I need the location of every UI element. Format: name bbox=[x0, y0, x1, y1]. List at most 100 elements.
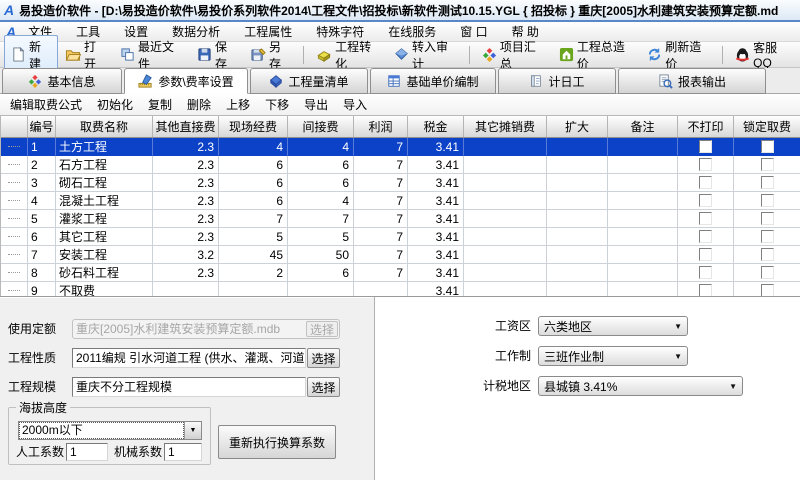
tax-region-dropdown[interactable]: 县城镇 3.41% ▼ bbox=[538, 376, 743, 396]
basic-info-diamonds-icon bbox=[28, 74, 42, 88]
work-shift-dropdown[interactable]: 三班作业制 ▼ bbox=[538, 346, 688, 366]
move-down-button[interactable]: 下移 bbox=[265, 96, 289, 113]
export-button[interactable]: 导出 bbox=[304, 96, 328, 113]
tab-bill-of-quantities[interactable]: 工程量清单 bbox=[250, 68, 368, 94]
machine-coeff-input[interactable]: 1 bbox=[164, 443, 202, 461]
table-row[interactable]: 5 灌浆工程 2.3 7 7 7 3.41 bbox=[1, 210, 800, 228]
tree-dots bbox=[8, 236, 20, 237]
row-selector-cell[interactable] bbox=[1, 246, 28, 264]
initialize-button[interactable]: 初始化 bbox=[97, 96, 133, 113]
scale-select-button[interactable]: 选择 bbox=[307, 377, 340, 397]
row-selector-cell[interactable] bbox=[1, 282, 28, 296]
table-row[interactable]: 2 石方工程 2.3 6 6 7 3.41 bbox=[1, 156, 800, 174]
lock-fee-checkbox[interactable] bbox=[761, 266, 774, 279]
cell-indirect: 5 bbox=[288, 228, 354, 246]
nature-select-button[interactable]: 选择 bbox=[307, 348, 340, 368]
table-row[interactable]: 6 其它工程 2.3 5 5 7 3.41 bbox=[1, 228, 800, 246]
labor-coeff-input[interactable]: 1 bbox=[66, 443, 108, 461]
recalc-conversion-button[interactable]: 重新执行换算系数 bbox=[218, 425, 336, 459]
tab-report-output[interactable]: 报表输出 bbox=[618, 68, 766, 94]
import-button[interactable]: 导入 bbox=[343, 96, 367, 113]
cell-remark bbox=[608, 174, 678, 192]
table-row[interactable]: 1 土方工程 2.3 4 4 7 3.41 bbox=[1, 138, 800, 156]
no-print-checkbox[interactable] bbox=[699, 140, 712, 153]
col-header-profit[interactable]: 利润 bbox=[354, 116, 408, 137]
tree-dots bbox=[8, 200, 20, 201]
no-print-checkbox[interactable] bbox=[699, 248, 712, 261]
scale-input[interactable]: 重庆不分工程规模 bbox=[72, 377, 306, 397]
no-print-checkbox[interactable] bbox=[699, 266, 712, 279]
no-print-checkbox[interactable] bbox=[699, 158, 712, 171]
nature-input[interactable]: 2011编规 引水河道工程 (供水、灌溉、河道 bbox=[72, 348, 306, 368]
cell-no: 4 bbox=[28, 192, 56, 210]
col-header-expand[interactable]: 扩大 bbox=[547, 116, 608, 137]
tab-basic-info[interactable]: 基本信息 bbox=[2, 68, 122, 94]
table-row[interactable]: 4 混凝土工程 2.3 6 4 7 3.41 bbox=[1, 192, 800, 210]
altitude-dropdown[interactable]: 2000m以下 ▼ bbox=[18, 421, 202, 440]
cell-amortize bbox=[464, 282, 547, 296]
lock-fee-checkbox[interactable] bbox=[761, 176, 774, 189]
toolbar-separator bbox=[469, 46, 470, 64]
row-selector-cell[interactable] bbox=[1, 192, 28, 210]
col-header-remark[interactable]: 备注 bbox=[608, 116, 678, 137]
lock-fee-checkbox[interactable] bbox=[761, 140, 774, 153]
lock-fee-checkbox[interactable] bbox=[761, 212, 774, 225]
delete-button[interactable]: 删除 bbox=[187, 96, 211, 113]
no-print-checkbox[interactable] bbox=[699, 230, 712, 243]
row-selector-cell[interactable] bbox=[1, 228, 28, 246]
table-row[interactable]: 3 砌石工程 2.3 6 6 7 3.41 bbox=[1, 174, 800, 192]
col-header-amortize[interactable]: 其它摊销费 bbox=[464, 116, 547, 137]
cell-expand bbox=[547, 156, 608, 174]
no-print-checkbox[interactable] bbox=[699, 194, 712, 207]
table-row[interactable]: 9 不取费 3.41 bbox=[1, 282, 800, 296]
col-header-no-print[interactable]: 不打印 bbox=[678, 116, 734, 137]
cell-indirect: 6 bbox=[288, 156, 354, 174]
cell-no-print bbox=[678, 264, 734, 282]
tab-base-unit-price[interactable]: 基础单价编制 bbox=[370, 68, 496, 94]
cell-other-direct: 3.2 bbox=[153, 246, 219, 264]
cell-expand bbox=[547, 210, 608, 228]
lock-fee-checkbox[interactable] bbox=[761, 284, 774, 296]
lock-fee-checkbox[interactable] bbox=[761, 248, 774, 261]
tax-region-value: 县城镇 3.41% bbox=[544, 378, 617, 395]
row-selector-cell[interactable] bbox=[1, 210, 28, 228]
col-header-lock-fee[interactable]: 锁定取费 bbox=[734, 116, 800, 137]
row-selector-cell[interactable] bbox=[1, 264, 28, 282]
table-row[interactable]: 7 安装工程 3.2 45 50 7 3.41 bbox=[1, 246, 800, 264]
no-print-checkbox[interactable] bbox=[699, 212, 712, 225]
row-selector-cell[interactable] bbox=[1, 138, 28, 156]
copy-button[interactable]: 复制 bbox=[148, 96, 172, 113]
ruler-pencil-icon bbox=[138, 74, 153, 89]
cell-lock-fee bbox=[734, 192, 800, 210]
col-header-tax[interactable]: 税金 bbox=[408, 116, 464, 137]
settings-panel-left: 使用定额 重庆[2005]水利建筑安装预算定额.mdb 选择 工程性质 2011… bbox=[0, 297, 374, 480]
row-selector-header bbox=[1, 116, 28, 137]
row-selector-cell[interactable] bbox=[1, 156, 28, 174]
title-bar[interactable]: A 易投造价软件 - [D:\易投造价软件\易投价系列软件2014\工程文件\招… bbox=[0, 0, 800, 22]
move-up-button[interactable]: 上移 bbox=[226, 96, 250, 113]
toolbar-separator bbox=[722, 46, 723, 64]
row-selector-cell[interactable] bbox=[1, 174, 28, 192]
tree-dots bbox=[8, 272, 20, 273]
col-header-other-direct[interactable]: 其他直接费 bbox=[153, 116, 219, 137]
lock-fee-checkbox[interactable] bbox=[761, 158, 774, 171]
tab-day-work[interactable]: 计日工 bbox=[498, 68, 616, 94]
wage-zone-dropdown[interactable]: 六类地区 ▼ bbox=[538, 316, 688, 336]
col-header-site-expense[interactable]: 现场经费 bbox=[219, 116, 288, 137]
no-print-checkbox[interactable] bbox=[699, 284, 712, 296]
work-shift-arrow-icon: ▼ bbox=[670, 352, 682, 361]
lock-fee-checkbox[interactable] bbox=[761, 194, 774, 207]
tab-params-rate-settings[interactable]: 参数\费率设置 bbox=[124, 68, 248, 94]
cell-amortize bbox=[464, 192, 547, 210]
col-header-no[interactable]: 编号 bbox=[28, 116, 56, 137]
col-header-fee-name[interactable]: 取费名称 bbox=[56, 116, 153, 137]
lock-fee-checkbox[interactable] bbox=[761, 230, 774, 243]
no-print-checkbox[interactable] bbox=[699, 176, 712, 189]
altitude-dropdown-arrow-icon[interactable]: ▼ bbox=[184, 422, 201, 439]
cell-no-print bbox=[678, 174, 734, 192]
window-title: 易投造价软件 - [D:\易投造价软件\易投价系列软件2014\工程文件\招投标… bbox=[19, 2, 778, 19]
cell-tax: 3.41 bbox=[408, 156, 464, 174]
col-header-indirect[interactable]: 间接费 bbox=[288, 116, 354, 137]
table-row[interactable]: 8 砂石料工程 2.3 2 6 7 3.41 bbox=[1, 264, 800, 282]
edit-fee-formula-button[interactable]: 编辑取费公式 bbox=[10, 96, 82, 113]
